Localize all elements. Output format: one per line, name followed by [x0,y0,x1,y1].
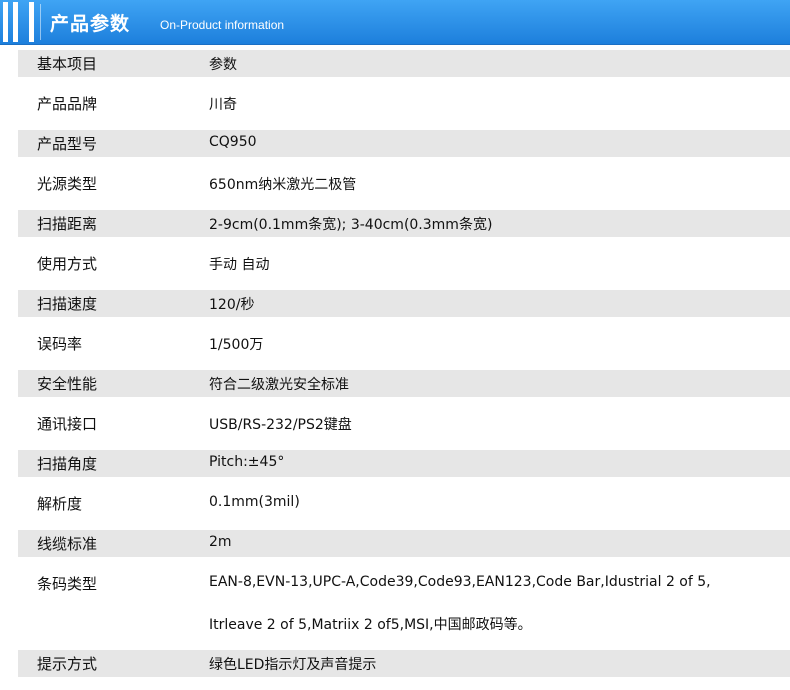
row-label: 安全性能 [37,375,98,393]
row-label: 误码率 [37,335,83,353]
row-value: 参数 [209,57,237,73]
table-row: 解析度 0.1mm(3mil) [0,488,790,528]
row-value: 2-9cm(0.1mm条宽); 3-40cm(0.3mm条宽) [209,217,493,233]
table-row: 产品品牌 川奇 [0,88,790,128]
table-row: 安全性能 符合二级激光安全标准 [0,368,790,408]
row-value: EAN-8,EVN-13,UPC-A,Code39,Code93,EAN123,… [209,574,711,590]
table-row: 线缆标准 2m [0,528,790,568]
row-value: 绿色LED指示灯及声音提示 [209,657,377,673]
row-value: 1/500万 [209,337,264,353]
table-row: 光源类型 650nm纳米激光二极管 [0,168,790,208]
row-value: Pitch:±45° [209,454,285,470]
header-stripe-1 [3,2,8,42]
table-row: 扫描角度 Pitch:±45° [0,448,790,488]
row-label: 通讯接口 [37,415,98,433]
row-label: 解析度 [37,495,83,513]
table-row: 提示方式 绿色LED指示灯及声音提示 [0,648,790,688]
row-value: 川奇 [209,97,237,113]
table-row: 误码率 1/500万 [0,328,790,368]
row-value: 手动 自动 [209,257,270,273]
table-row: 扫描距离 2-9cm(0.1mm条宽); 3-40cm(0.3mm条宽) [0,208,790,248]
row-value: 650nm纳米激光二极管 [209,177,357,193]
row-label: 产品品牌 [37,95,98,113]
row-value: 符合二级激光安全标准 [209,377,349,393]
spec-table: 基本项目 参数 产品品牌 川奇 产品型号 CQ950 光源类型 650nm纳米激… [0,48,790,688]
section-header: 产品参数 On-Product information [0,0,790,45]
row-label: 线缆标准 [37,535,98,553]
row-label: 扫描速度 [37,295,98,313]
row-label: 产品型号 [37,135,98,153]
row-value-continued: Itrleave 2 of 5,Matriix 2 of5,MSI,中国邮政码等… [209,617,532,633]
header-divider [40,4,41,40]
row-label: 光源类型 [37,175,98,193]
row-label: 提示方式 [37,655,98,673]
table-row: 基本项目 参数 [0,48,790,88]
table-row: 产品型号 CQ950 [0,128,790,168]
table-row: 通讯接口 USB/RS-232/PS2键盘 [0,408,790,448]
section-subtitle: On-Product information [160,18,285,32]
table-row: 条码类型 EAN-8,EVN-13,UPC-A,Code39,Code93,EA… [0,568,790,648]
row-label: 条码类型 [37,575,98,593]
row-label: 扫描角度 [37,455,98,473]
header-stripe-3 [29,2,34,42]
row-value: 2m [209,534,232,550]
row-value: 120/秒 [209,297,255,313]
row-value: 0.1mm(3mil) [209,494,300,510]
row-label: 使用方式 [37,255,98,273]
section-title: 产品参数 [50,13,131,35]
table-row: 使用方式 手动 自动 [0,248,790,288]
row-label: 基本项目 [37,55,98,73]
row-value: CQ950 [209,134,257,150]
row-label: 扫描距离 [37,215,98,233]
table-row: 扫描速度 120/秒 [0,288,790,328]
header-stripe-2 [13,2,18,42]
row-value: USB/RS-232/PS2键盘 [209,417,352,433]
